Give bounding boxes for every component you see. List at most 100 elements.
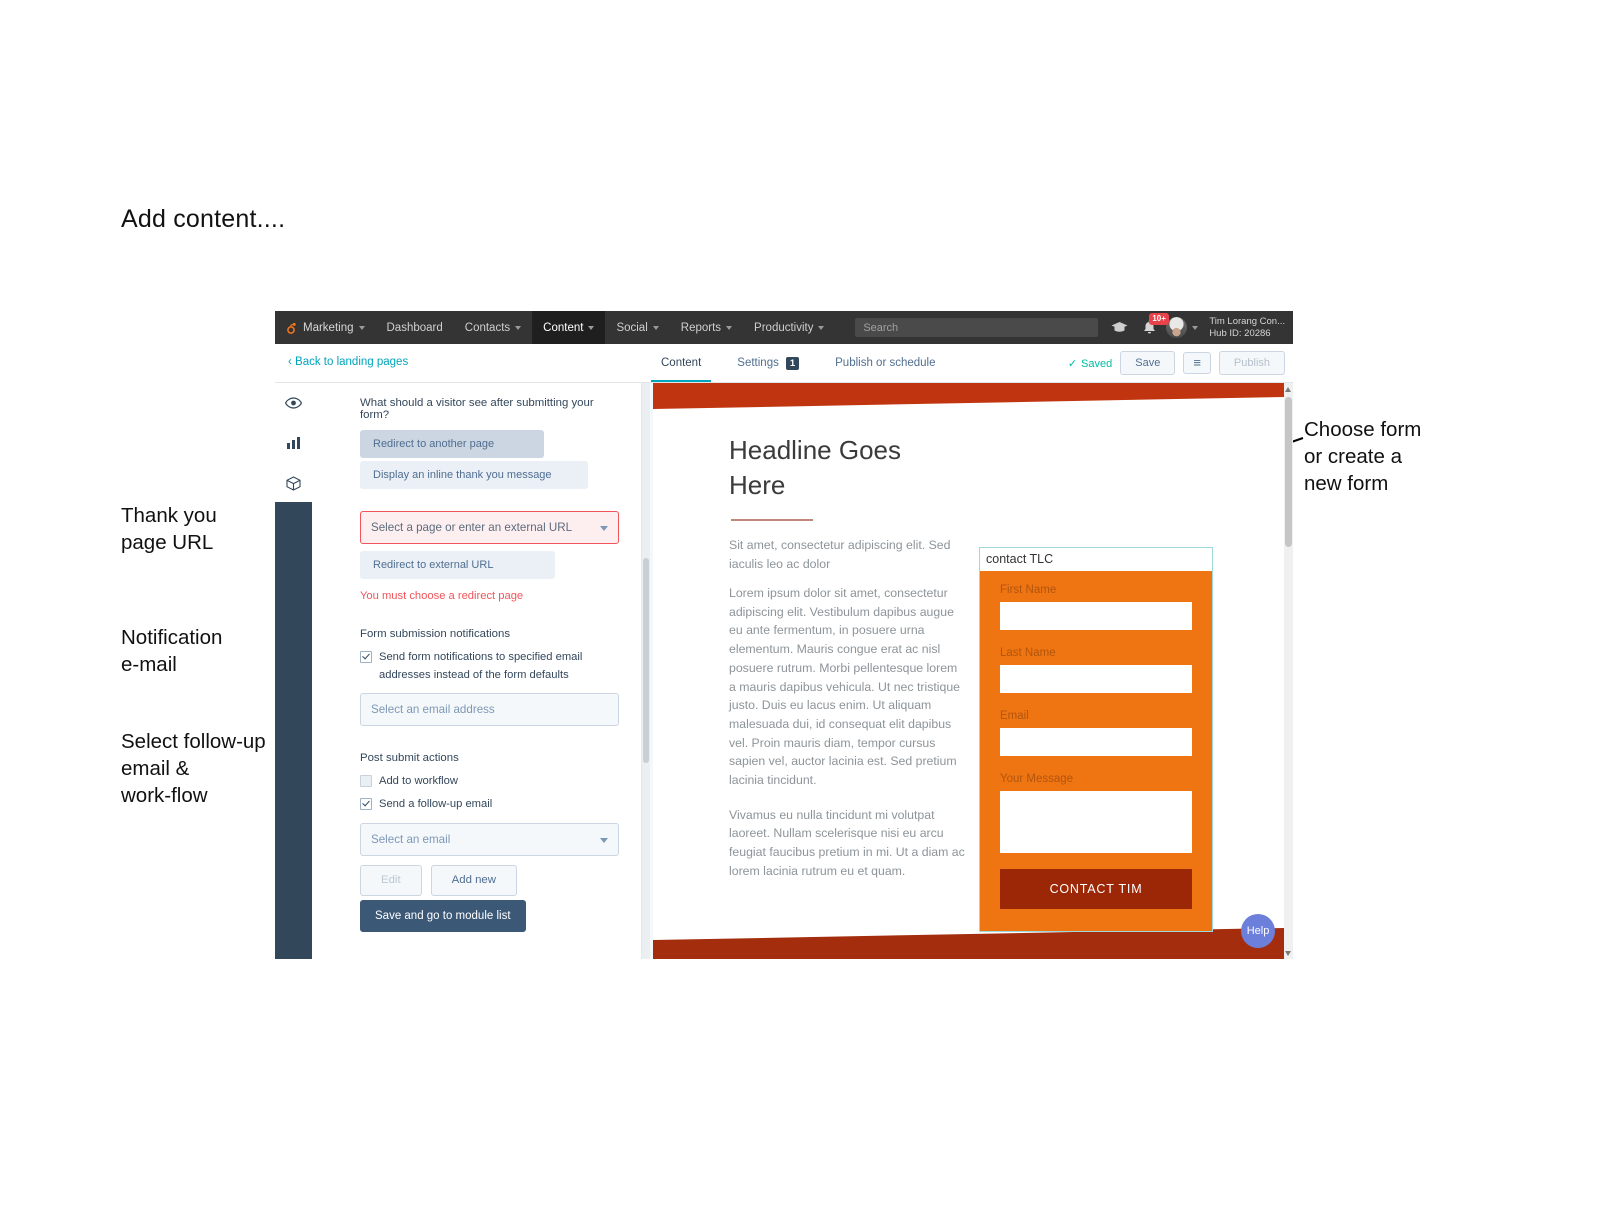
user-avatar[interactable] [1166, 317, 1188, 338]
annotation-thank-you-page-url: Thank you page URL [121, 504, 217, 554]
editor-tabs: Content Settings 1 Publish or schedule [643, 344, 954, 382]
scrollbar-thumb[interactable] [643, 558, 649, 763]
tab-content[interactable]: Content [643, 344, 719, 382]
user-menu-chevron-icon[interactable] [1187, 311, 1203, 344]
save-button[interactable]: Save [1120, 351, 1176, 375]
form-module-title[interactable]: contact TLC [980, 548, 1212, 571]
global-search-input[interactable] [855, 318, 1099, 337]
chevron-down-icon [358, 325, 365, 330]
checkbox-icon[interactable] [360, 798, 372, 810]
nav-item-productivity[interactable]: Productivity [743, 311, 835, 344]
checkbox-row-send-form-notifications[interactable]: Send form notifications to specified ema… [360, 648, 619, 684]
preview-left-scrollbar[interactable] [642, 383, 650, 959]
form-label-your-message: Your Message [1000, 773, 1074, 785]
chevron-down-icon [588, 325, 595, 330]
nav-item-label: Dashboard [386, 321, 443, 334]
chevron-down-icon [726, 325, 733, 330]
tab-settings-badge: 1 [785, 356, 800, 370]
module-settings-panel: What should a visitor see after submitti… [312, 383, 642, 959]
form-input-first-name[interactable] [1000, 602, 1192, 630]
option-display-inline-thank-you[interactable]: Display an inline thank you message [360, 461, 588, 489]
scroll-down-arrow-icon[interactable] [1285, 951, 1291, 956]
redirect-error-message: You must choose a redirect page [360, 590, 524, 602]
top-navigation-bar: Marketing Dashboard Contacts Content Soc… [275, 311, 1293, 344]
headline-underline-rule [731, 519, 813, 521]
check-icon: ✓ [1067, 357, 1078, 370]
option-redirect-to-external-url[interactable]: Redirect to external URL [360, 551, 555, 579]
rail-modules-box-icon[interactable] [275, 463, 312, 503]
edit-email-button[interactable]: Edit [360, 865, 422, 896]
nav-item-contacts[interactable]: Contacts [454, 311, 532, 344]
select-email-dropdown[interactable]: Select an email [360, 823, 619, 856]
email-address-field-wrap: Select an email address [360, 693, 619, 726]
rail-preview-eye-icon[interactable] [275, 383, 312, 423]
tab-publish-or-schedule[interactable]: Publish or schedule [817, 344, 953, 382]
option-redirect-to-another-page[interactable]: Redirect to another page [360, 430, 544, 458]
annotation-choose-form: Choose form or create a new form [1304, 418, 1422, 495]
redirect-page-select-wrap: Select a page or enter an external URL [360, 511, 619, 544]
publish-button[interactable]: Publish [1218, 351, 1285, 375]
nav-item-label: Content [543, 321, 584, 334]
add-new-email-button[interactable]: Add new [430, 865, 517, 896]
preview-page-canvas: Headline Goes Here Sit amet, consectetur… [653, 383, 1284, 959]
save-and-go-to-module-list-button[interactable]: Save and go to module list [360, 900, 526, 932]
user-account-block[interactable]: Tim Lorang Con... Hub ID: 20286 [1203, 311, 1293, 344]
checkbox-row-send-followup-email[interactable]: Send a follow-up email [360, 795, 619, 813]
hero-band-top [653, 383, 1284, 410]
preview-subheadline: Sit amet, consectetur adipiscing elit. S… [729, 538, 951, 571]
checkbox-label: Add to workflow [379, 775, 458, 787]
chevron-down-icon [600, 837, 608, 843]
form-input-last-name[interactable] [1000, 665, 1192, 693]
preview-headline: Headline Goes Here [729, 435, 901, 500]
chevron-down-icon [818, 325, 825, 330]
nav-item-content[interactable]: Content [532, 311, 606, 344]
module-settings-content: What should a visitor see after submitti… [312, 397, 641, 896]
annotation-notification-email: Notification e-mail [121, 626, 223, 676]
preview-right-scrollbar[interactable] [1284, 383, 1293, 959]
form-module-body: First Name Last Name Email Your Message … [980, 571, 1212, 931]
toolbar-actions: ✓ Saved Save ≡ Publish [1068, 344, 1285, 382]
rail-analytics-icon[interactable] [275, 423, 312, 463]
nav-item-label: Social [616, 321, 648, 334]
form-submit-button[interactable]: CONTACT TIM [1000, 869, 1192, 909]
back-to-landing-pages-link[interactable]: ‹ Back to landing pages [288, 356, 408, 368]
email-address-input[interactable]: Select an email address [360, 693, 619, 726]
nav-item-label: Marketing [303, 321, 354, 334]
preview-paragraph-1: Lorem ipsum dolor sit amet, consectetur … [729, 586, 961, 788]
checkbox-label: Send a follow-up email [379, 798, 493, 810]
nav-item-dashboard[interactable]: Dashboard [376, 311, 454, 344]
tab-settings[interactable]: Settings 1 [719, 344, 817, 382]
tab-label: Content [661, 357, 702, 369]
editor-body: What should a visitor see after submitti… [275, 383, 1293, 959]
hub-id: Hub ID: 20286 [1209, 327, 1271, 339]
user-name: Tim Lorang Con... [1209, 315, 1285, 327]
nav-item-marketing[interactable]: Marketing [275, 311, 376, 344]
nav-item-label: Contacts [464, 321, 511, 334]
nav-item-social[interactable]: Social [605, 311, 669, 344]
tab-label: Publish or schedule [835, 357, 936, 369]
checkbox-icon[interactable] [360, 651, 372, 663]
academy-hat-icon[interactable] [1104, 311, 1134, 344]
saved-status: ✓ Saved [1068, 357, 1112, 370]
more-options-menu-button[interactable]: ≡ [1183, 352, 1211, 374]
form-module[interactable]: contact TLC First Name Last Name Email Y… [979, 547, 1213, 932]
chevron-down-icon [515, 325, 522, 330]
form-input-your-message[interactable] [1000, 791, 1192, 853]
chevron-down-icon [600, 525, 608, 531]
preview-paragraph-2: Vivamus eu nulla tincidunt mi volutpat l… [729, 807, 965, 878]
form-input-email[interactable] [1000, 728, 1192, 756]
post-submit-question: What should a visitor see after submitti… [360, 397, 594, 421]
notifications-bell-icon[interactable]: 10+ [1134, 311, 1169, 344]
checkbox-label: Send form notifications to specified ema… [379, 651, 583, 681]
help-button[interactable]: Help [1241, 914, 1275, 948]
checkbox-icon[interactable] [360, 775, 372, 787]
nav-item-reports[interactable]: Reports [670, 311, 743, 344]
scrollbar-thumb[interactable] [1285, 397, 1292, 547]
chevron-down-icon [652, 325, 659, 330]
select-email-wrap: Select an email [360, 823, 619, 856]
checkbox-row-add-to-workflow[interactable]: Add to workflow [360, 772, 619, 790]
redirect-page-select[interactable]: Select a page or enter an external URL [360, 511, 619, 544]
scroll-up-arrow-icon[interactable] [1285, 387, 1291, 392]
preview-body-copy: Lorem ipsum dolor sit amet, consectetur … [729, 584, 967, 897]
